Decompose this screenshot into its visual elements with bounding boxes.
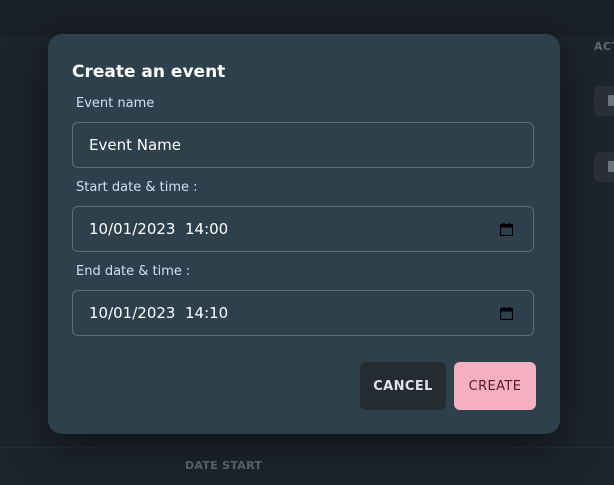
end-datetime-label: End date & time : <box>76 264 191 279</box>
row-action-button[interactable] <box>594 86 614 116</box>
cancel-button[interactable]: CANCEL <box>360 362 446 410</box>
dialog-title: Create an event <box>72 62 226 82</box>
row-action-button[interactable] <box>594 152 614 182</box>
calendar-icon[interactable] <box>500 223 513 236</box>
actions-column-header: ACT <box>594 40 614 53</box>
end-datetime-input[interactable]: 10/01/2023 14:10 <box>72 290 534 336</box>
date-start-column-header: DATE START <box>185 459 263 472</box>
calendar-icon[interactable] <box>500 307 513 320</box>
start-datetime-label: Start date & time : <box>76 180 198 195</box>
event-name-label: Event name <box>76 96 155 111</box>
create-event-dialog: Create an event Event name Event Name St… <box>48 34 560 434</box>
end-datetime-value: 10/01/2023 14:10 <box>89 304 229 322</box>
event-name-value: Event Name <box>89 136 181 154</box>
table-divider <box>0 447 614 448</box>
create-button[interactable]: CREATE <box>454 362 536 410</box>
event-name-input[interactable]: Event Name <box>72 122 534 168</box>
start-datetime-value: 10/01/2023 14:00 <box>89 220 229 238</box>
start-datetime-input[interactable]: 10/01/2023 14:00 <box>72 206 534 252</box>
trash-icon <box>608 95 614 106</box>
trash-icon <box>608 161 614 172</box>
top-bar <box>0 0 614 36</box>
